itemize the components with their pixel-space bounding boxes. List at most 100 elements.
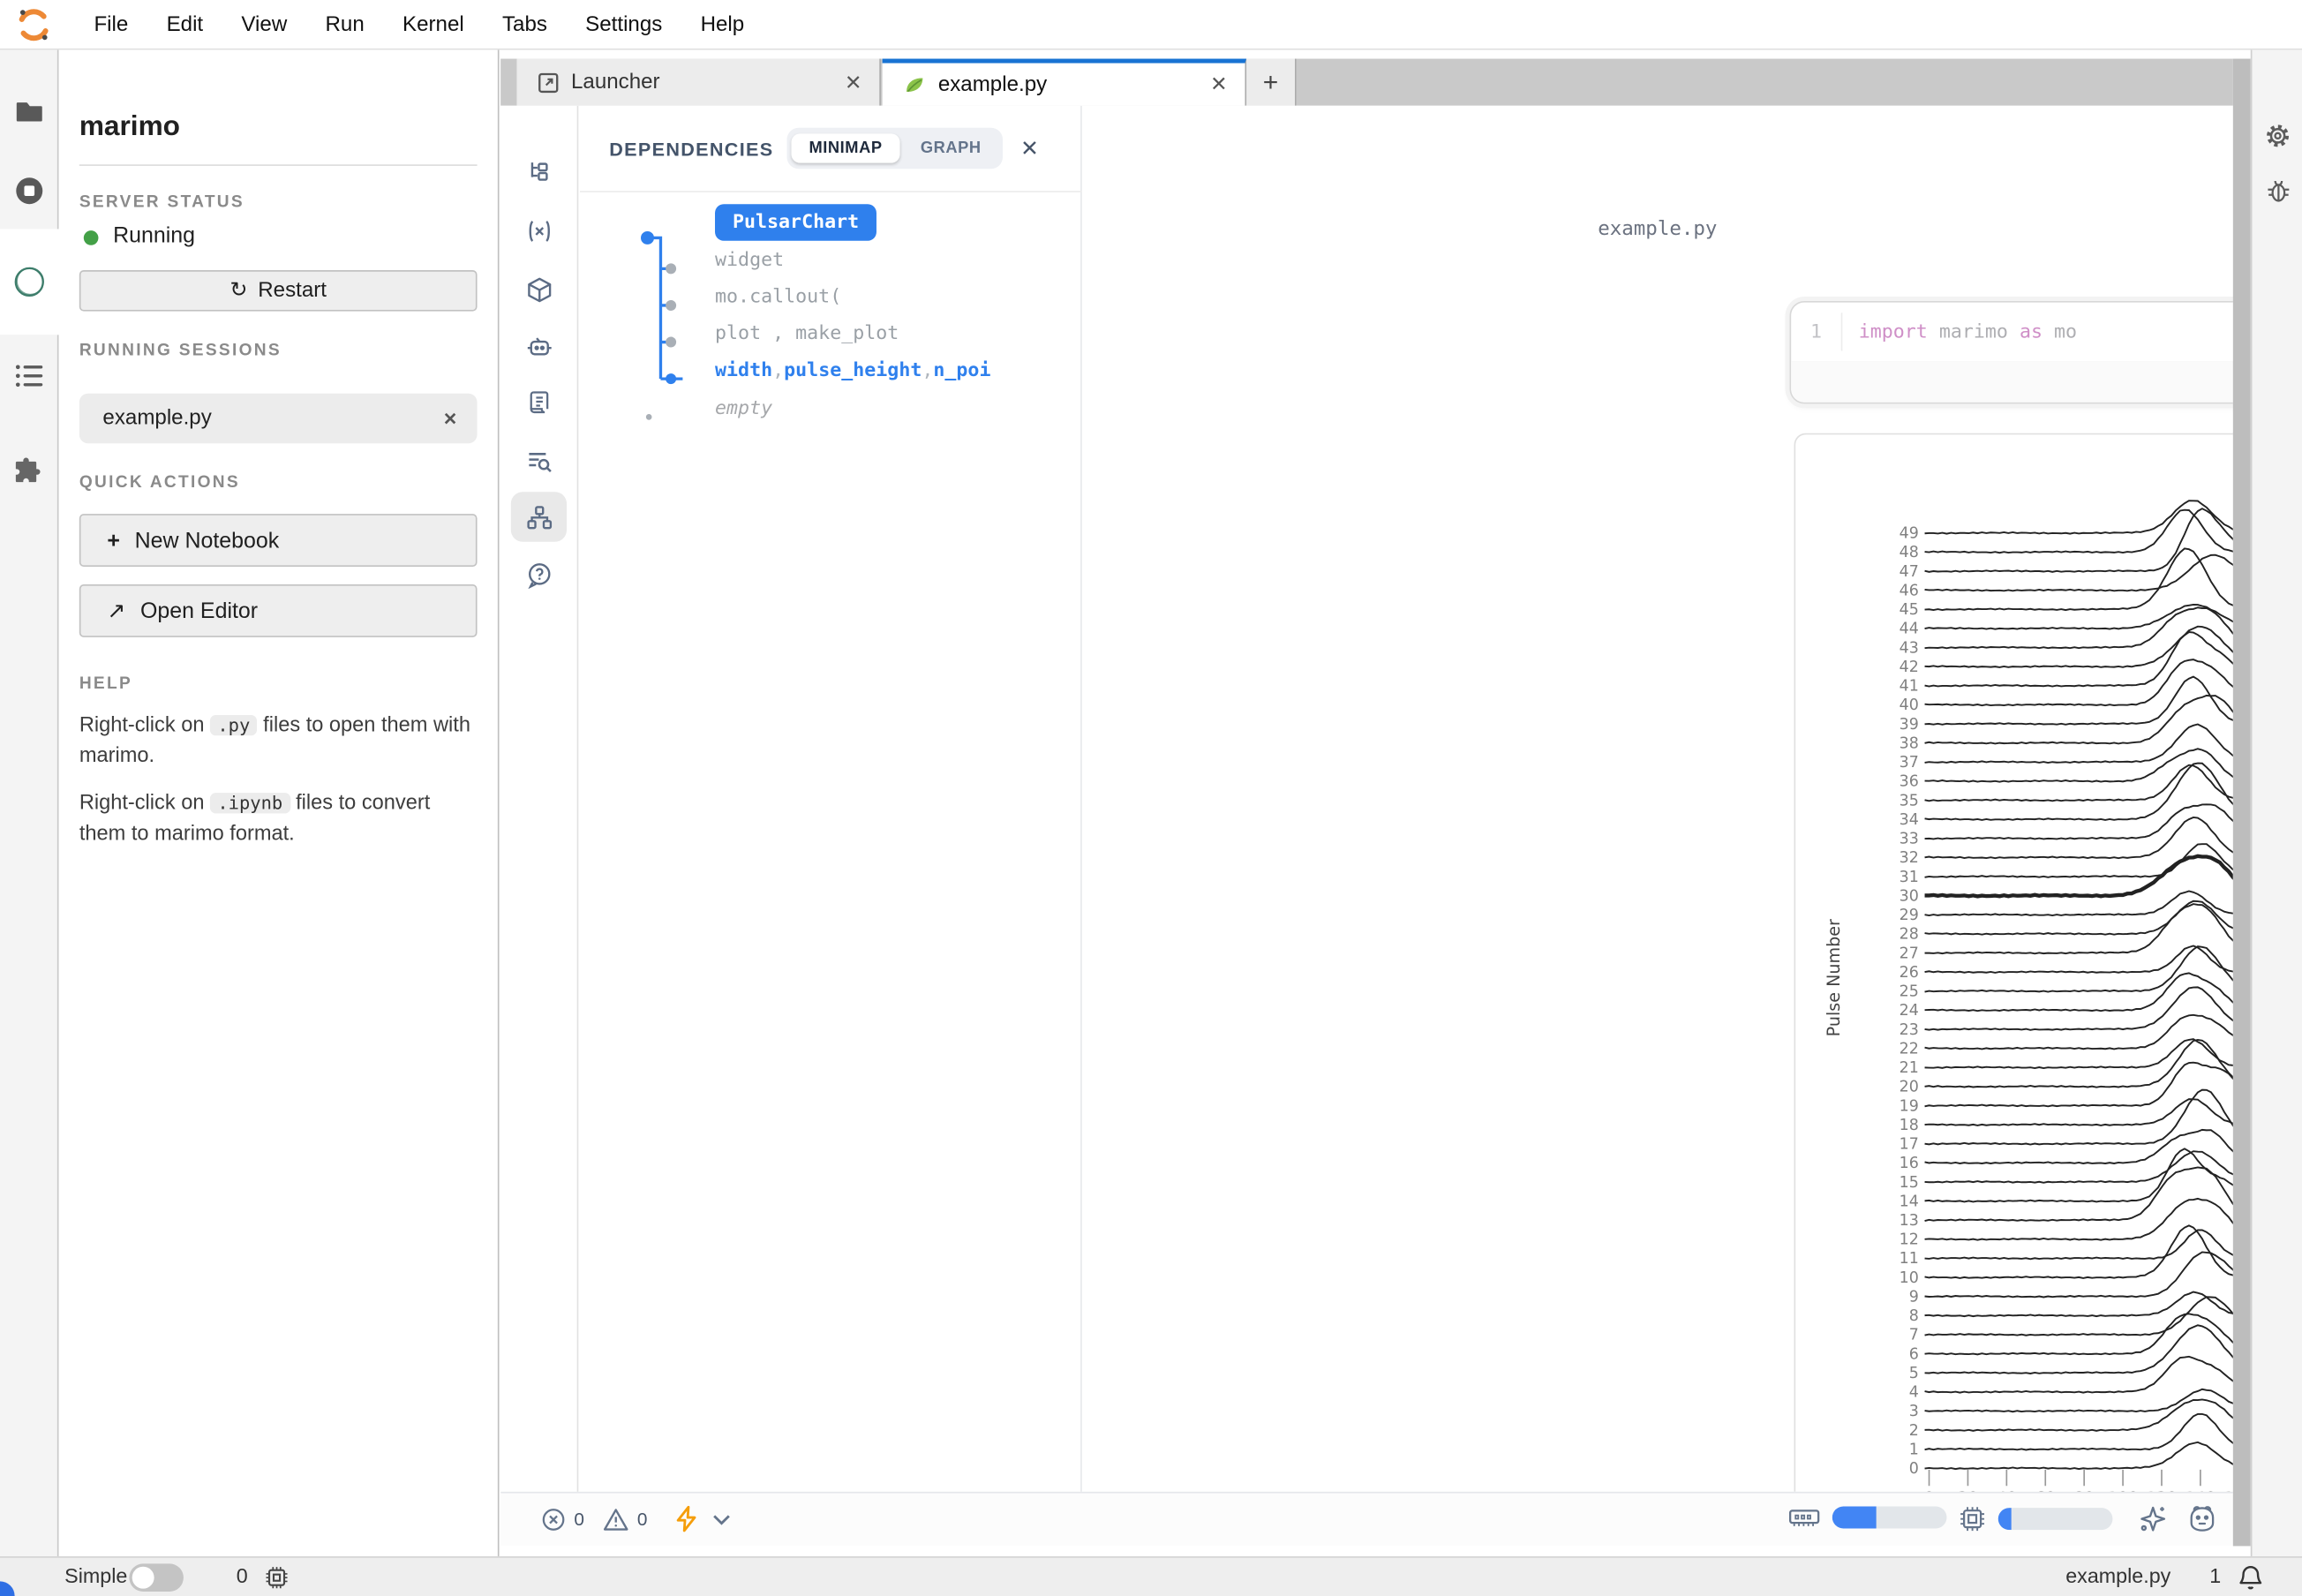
dependencies-panel-icon[interactable]	[511, 492, 567, 542]
svg-text:35: 35	[1900, 792, 1919, 809]
ai-assistant-panel-icon[interactable]	[511, 321, 567, 372]
dependency-node[interactable]: width , pulse_height , n_poi	[715, 352, 990, 388]
svg-text:37: 37	[1900, 754, 1919, 772]
new-notebook-button[interactable]: + New Notebook	[79, 514, 478, 567]
close-session-icon[interactable]: ×	[444, 406, 457, 431]
dependencies-title: DEPENDENCIES	[609, 138, 773, 160]
menu-view[interactable]: View	[241, 12, 287, 36]
right-activity-bar	[2251, 50, 2302, 1557]
svg-text:11: 11	[1900, 1250, 1919, 1268]
svg-text:42: 42	[1900, 659, 1919, 676]
logs-panel-icon[interactable]	[511, 377, 567, 427]
menu-tabs[interactable]: Tabs	[502, 12, 547, 36]
debugger-icon[interactable]	[2252, 162, 2302, 221]
notification-count: 1	[2209, 1563, 2221, 1587]
code-editor-row[interactable]: 1 import marimo as mo	[1791, 303, 2233, 363]
svg-text:15: 15	[1900, 1174, 1919, 1192]
svg-text:13: 13	[1900, 1212, 1919, 1230]
help-panel-icon[interactable]	[511, 549, 567, 599]
svg-text:5: 5	[1909, 1365, 1919, 1382]
menu-help[interactable]: Help	[701, 12, 745, 36]
help-paragraph-ipynb: Right-click on .ipynb files to convert t…	[79, 788, 478, 850]
notebook-footer: 0 0	[500, 1492, 2233, 1547]
setup-cell[interactable]: 1 import marimo as mo setup cell ?	[1790, 301, 2233, 403]
line-number: 1	[1791, 320, 1841, 343]
property-inspector-icon[interactable]	[2252, 106, 2302, 165]
menu-settings[interactable]: Settings	[585, 12, 662, 36]
svg-text:44: 44	[1900, 621, 1919, 638]
dependency-node[interactable]: plot , make_plot	[715, 316, 899, 351]
file-browser-icon[interactable]	[0, 79, 57, 144]
marimo-panel-icon[interactable]	[0, 250, 57, 314]
dependency-node[interactable]: empty	[715, 390, 772, 425]
plus-icon: +	[107, 528, 120, 553]
svg-text:12: 12	[1900, 1231, 1919, 1249]
marimo-logo-icon	[15, 5, 53, 43]
svg-text:49: 49	[1900, 525, 1919, 543]
dock-divider[interactable]	[2233, 59, 2251, 1547]
close-tab-icon[interactable]: ✕	[1210, 72, 1228, 97]
menu-kernel[interactable]: Kernel	[402, 12, 464, 36]
svg-text:21: 21	[1900, 1059, 1919, 1077]
menu-edit[interactable]: Edit	[167, 12, 204, 36]
new-tab-button[interactable]: +	[1246, 59, 1297, 106]
extensions-icon[interactable]	[0, 438, 57, 502]
notebook-canvas: example.py 1 import marimo as mo	[1082, 106, 2233, 1492]
memory-usage	[1788, 1505, 1947, 1530]
tab-launcher[interactable]: Launcher ✕	[516, 59, 880, 106]
screen: File Edit View Run Kernel Tabs Settings …	[0, 0, 2302, 1596]
dependency-node[interactable]: widget	[715, 242, 784, 277]
minimap-toggle[interactable]: MINIMAP	[792, 133, 900, 162]
left-activity-bar	[0, 50, 59, 1557]
statusbar-current-file[interactable]: example.py	[2065, 1563, 2170, 1587]
kernel-chip-icon[interactable]	[264, 1565, 289, 1590]
close-tab-icon[interactable]: ✕	[845, 70, 862, 94]
quick-actions-heading: QUICK ACTIONS	[79, 474, 240, 492]
svg-text:17: 17	[1900, 1136, 1919, 1154]
run-mode-indicator[interactable]	[673, 1505, 731, 1533]
dependency-node[interactable]: mo.callout(	[715, 279, 841, 314]
file-explorer-panel-icon[interactable]	[511, 147, 567, 197]
launcher-icon	[538, 72, 560, 94]
variables-panel-icon[interactable]	[511, 206, 567, 256]
svg-text:4: 4	[1909, 1384, 1919, 1402]
tab-example-py[interactable]: example.py ✕	[883, 59, 1246, 106]
session-item[interactable]: example.py ×	[79, 394, 478, 444]
running-sessions-heading: RUNNING SESSIONS	[79, 343, 282, 360]
memory-progress-track	[1832, 1507, 1947, 1529]
pulsar-ridgeline-chart: 0123456789101112131415161718192021222324…	[1810, 471, 2233, 1492]
svg-text:23: 23	[1900, 1021, 1919, 1039]
session-name: example.py	[102, 407, 443, 431]
close-panel-icon[interactable]: ✕	[1020, 135, 1039, 162]
bell-icon[interactable]	[2238, 1563, 2264, 1592]
open-editor-button[interactable]: ↗ Open Editor	[79, 584, 478, 637]
error-indicator[interactable]: 0	[540, 1507, 584, 1533]
restart-button[interactable]: ↻ Restart	[79, 270, 478, 312]
server-status-heading: SERVER STATUS	[79, 194, 244, 212]
menu-file[interactable]: File	[94, 12, 128, 36]
svg-text:20: 20	[1900, 1079, 1919, 1096]
svg-text:27: 27	[1900, 945, 1919, 962]
dependency-node[interactable]: PulsarChart	[715, 204, 876, 241]
dependency-tree: PulsarChartwidgetmo.callout(plot , make_…	[580, 194, 1082, 576]
svg-text:40: 40	[1900, 696, 1919, 714]
kernel-count: 0	[237, 1563, 248, 1587]
outline-search-panel-icon[interactable]	[511, 434, 567, 485]
warning-indicator[interactable]: 0	[602, 1507, 647, 1533]
graph-toggle[interactable]: GRAPH	[903, 133, 999, 162]
ai-sparkle-button[interactable]	[2138, 1503, 2169, 1534]
chat-assistant-button[interactable]	[2186, 1503, 2219, 1534]
status-dot-icon	[84, 230, 99, 245]
notebook-title: example.py	[1082, 217, 2233, 241]
packages-panel-icon[interactable]	[511, 264, 567, 314]
external-arrow-icon: ↗	[107, 598, 125, 624]
svg-text:8: 8	[1909, 1307, 1919, 1325]
table-of-contents-icon[interactable]	[0, 343, 57, 408]
help-paragraph-py: Right-click on .py files to open them wi…	[79, 711, 478, 772]
simple-mode-toggle[interactable]	[129, 1563, 184, 1592]
py-extension-chip: .py	[210, 715, 258, 735]
cat-face-icon	[2186, 1503, 2219, 1534]
running-sessions-icon[interactable]	[0, 159, 57, 223]
dependencies-panel: DEPENDENCIES MINIMAP GRAPH ✕	[580, 106, 1082, 1492]
menu-run[interactable]: Run	[325, 12, 364, 36]
